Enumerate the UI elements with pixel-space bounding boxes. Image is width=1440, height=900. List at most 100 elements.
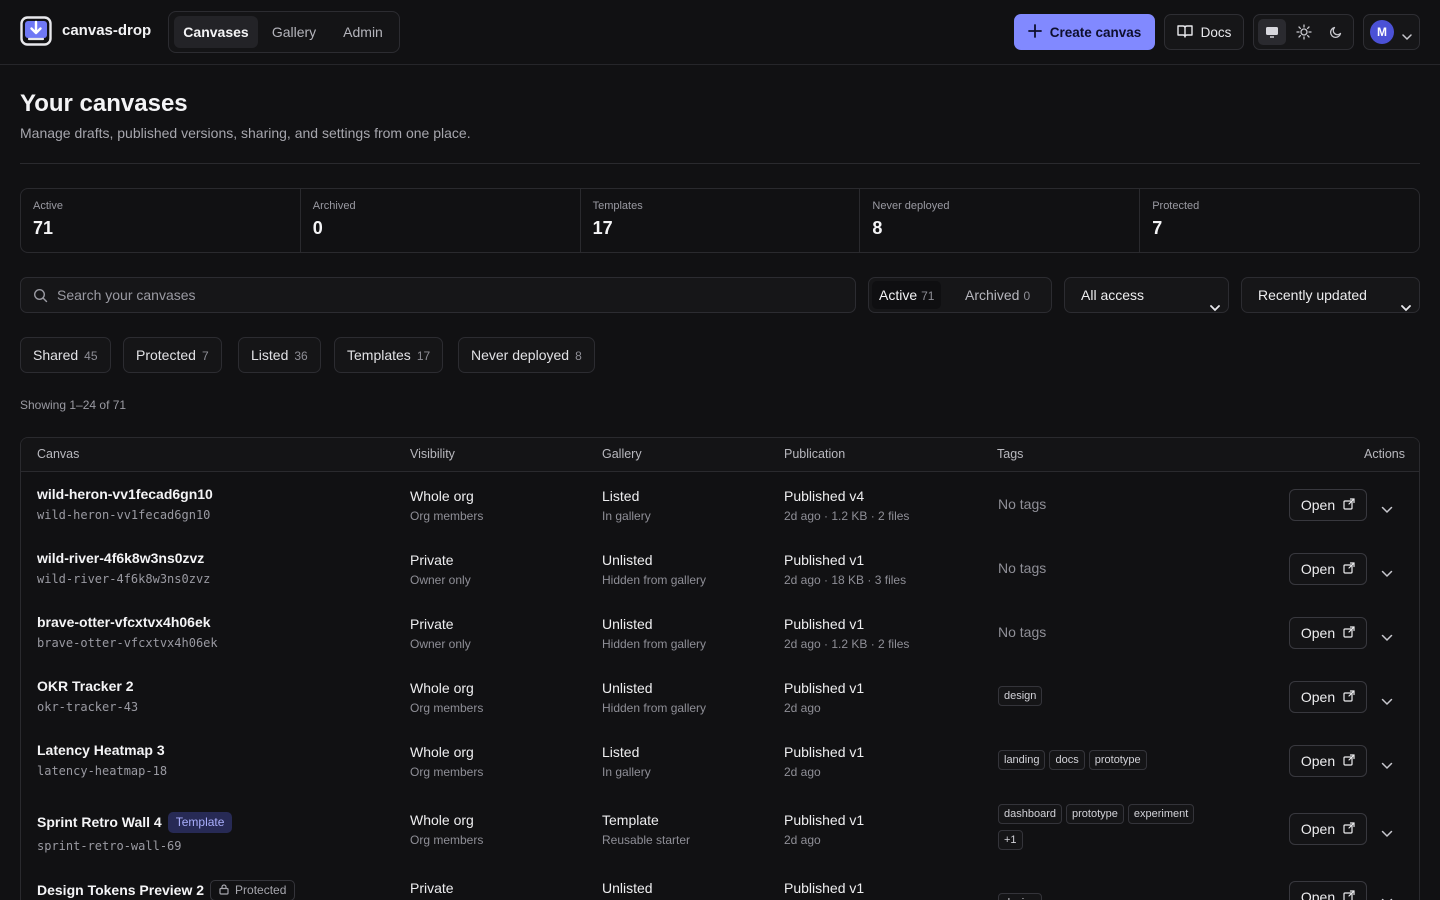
column-visibility[interactable]: Visibility (410, 447, 455, 461)
external-link-icon (1343, 561, 1355, 577)
canvas-name-link[interactable]: Latency Heatmap 3 (37, 742, 167, 758)
tag[interactable]: experiment (1127, 804, 1195, 824)
nav-gallery[interactable]: Gallery (262, 16, 326, 48)
filter-chip-protected[interactable]: Protected 7 (123, 337, 222, 373)
open-label: Open (1300, 561, 1336, 577)
canvas-drop-logo-icon[interactable] (20, 16, 52, 46)
tag[interactable]: prototype (1088, 750, 1147, 770)
expand-row-chevron-icon[interactable] (1381, 629, 1393, 642)
open-canvas-button[interactable]: Open (1289, 813, 1367, 845)
column-gallery[interactable]: Gallery (602, 447, 642, 461)
stat-value: 7 (1152, 218, 1163, 238)
canvas-cell: wild-river-4f6k8w3ns0zvz wild-river-4f6k8… (37, 550, 210, 586)
gallery-value: Template (602, 812, 659, 828)
tag[interactable]: docs (1049, 750, 1085, 770)
expand-row-chevron-icon[interactable] (1381, 501, 1393, 514)
external-link-icon (1343, 625, 1355, 641)
gallery-detail: In gallery (602, 765, 651, 779)
expand-row-chevron-icon[interactable] (1381, 757, 1393, 770)
create-canvas-button[interactable]: Create canvas (1014, 14, 1155, 50)
more-tags[interactable]: +1 (998, 830, 1023, 850)
tag[interactable]: dashboard (998, 804, 1062, 824)
tag[interactable]: design (998, 686, 1043, 706)
canvas-slug: sprint-retro-wall-69 (37, 839, 182, 853)
table-row[interactable]: brave-otter-vfcxtvx4h06ek brave-otter-vfc… (21, 602, 1419, 666)
tag[interactable]: prototype (1066, 804, 1124, 824)
expand-row-chevron-icon[interactable] (1381, 565, 1393, 578)
column-tags[interactable]: Tags (997, 447, 1023, 461)
expand-row-chevron-icon[interactable] (1381, 693, 1393, 706)
tags-cell: dashboard prototype experiment +1 (998, 804, 1198, 850)
filter-chip-templates[interactable]: Templates 17 (334, 337, 444, 373)
table-header: Canvas Visibility Gallery Publication Ta… (21, 438, 1419, 472)
gallery-cell: Listed In gallery (602, 744, 651, 779)
gallery-value: Unlisted (602, 616, 653, 632)
light-theme-sun-icon[interactable] (1290, 19, 1318, 45)
expand-row-chevron-icon[interactable] (1381, 893, 1393, 900)
visibility-detail: Owner only (410, 637, 471, 651)
canvas-name-link[interactable]: OKR Tracker 2 (37, 678, 138, 694)
stat-value: 71 (33, 218, 54, 238)
filter-chip-shared[interactable]: Shared 45 (20, 337, 111, 373)
open-canvas-button[interactable]: Open (1289, 489, 1367, 521)
table-row[interactable]: wild-heron-vv1fecad6gn10 wild-heron-vv1fe… (21, 474, 1419, 538)
open-canvas-button[interactable]: Open (1289, 881, 1367, 900)
table-row[interactable]: OKR Tracker 2 okr-tracker-43 Whole org Org … (21, 666, 1419, 730)
filter-chip-never-deployed[interactable]: Never deployed 8 (458, 337, 595, 373)
gallery-value: Unlisted (602, 680, 653, 696)
open-canvas-button[interactable]: Open (1289, 553, 1367, 585)
canvas-name-link[interactable]: wild-heron-vv1fecad6gn10 (37, 486, 213, 502)
status-label: Archived (965, 287, 1020, 303)
canvas-cell: Sprint Retro Wall 4 Template sprint-retro-… (37, 812, 233, 853)
chip-label: Shared (33, 347, 79, 363)
expand-row-chevron-icon[interactable] (1381, 825, 1393, 838)
filter-chip-listed[interactable]: Listed 36 (238, 337, 321, 373)
gallery-cell: Unlisted Hidden from gallery (602, 616, 706, 651)
canvas-name-link[interactable]: brave-otter-vfcxtvx4h06ek (37, 614, 218, 630)
gallery-cell: Unlisted (602, 880, 653, 896)
canvas-name-link[interactable]: Design Tokens Preview 2 Protected (37, 880, 296, 900)
publication-cell: Published v1 (784, 880, 864, 896)
open-canvas-button[interactable]: Open (1289, 617, 1367, 649)
stat-label: Templates (592, 200, 643, 212)
brand-name[interactable]: canvas-drop (62, 22, 151, 39)
column-publication[interactable]: Publication (784, 447, 845, 461)
stats-bar: Active 71 Archived 0 Templates 17 Never … (20, 188, 1420, 253)
canvases-table: Canvas Visibility Gallery Publication Ta… (20, 437, 1420, 900)
tag[interactable]: design (998, 893, 1043, 900)
canvas-name-link[interactable]: Sprint Retro Wall 4 Template (37, 812, 233, 833)
no-tags: No tags (998, 560, 1047, 576)
docs-button[interactable]: Docs (1164, 14, 1244, 50)
sort-select[interactable]: Recently updated (1241, 277, 1420, 313)
table-row[interactable]: Design Tokens Preview 2 Protected Private U… (21, 866, 1419, 900)
status-active-tab[interactable]: Active 71 (872, 281, 942, 309)
tag[interactable]: landing (998, 750, 1046, 770)
stat-archived: Archived 0 (301, 189, 581, 252)
access-select[interactable]: All access (1064, 277, 1229, 313)
nav-canvases[interactable]: Canvases (174, 16, 258, 48)
dark-theme-moon-icon[interactable] (1322, 19, 1350, 45)
gallery-detail: Hidden from gallery (602, 701, 707, 715)
gallery-cell: Unlisted Hidden from gallery (602, 680, 706, 715)
tags-cell: design (998, 893, 1046, 900)
table-row[interactable]: wild-river-4f6k8w3ns0zvz wild-river-4f6k8… (21, 538, 1419, 602)
column-canvas[interactable]: Canvas (37, 447, 79, 461)
search-input[interactable] (57, 278, 837, 312)
visibility-value: Whole org (410, 744, 474, 760)
open-canvas-button[interactable]: Open (1289, 681, 1367, 713)
publication-value: Published v1 (784, 812, 865, 828)
canvas-name-link[interactable]: wild-river-4f6k8w3ns0zvz (37, 550, 210, 566)
table-row[interactable]: Latency Heatmap 3 latency-heatmap-18 Whole… (21, 730, 1419, 794)
chevron-down-icon (1401, 290, 1411, 324)
status-archived-tab[interactable]: Archived 0 (958, 281, 1037, 309)
user-menu-button[interactable]: M (1363, 14, 1420, 50)
canvas-cell: wild-heron-vv1fecad6gn10 wild-heron-vv1fe… (37, 486, 213, 522)
table-row[interactable]: Sprint Retro Wall 4 Template sprint-retro-… (21, 798, 1419, 862)
nav-admin[interactable]: Admin (331, 16, 395, 48)
visibility-value: Private (410, 552, 454, 568)
book-icon (1176, 24, 1193, 41)
protected-badge-label: Protected (235, 883, 287, 897)
create-canvas-label: Create canvas (1049, 24, 1142, 40)
system-theme-monitor-icon[interactable] (1258, 19, 1286, 45)
open-canvas-button[interactable]: Open (1289, 745, 1367, 777)
